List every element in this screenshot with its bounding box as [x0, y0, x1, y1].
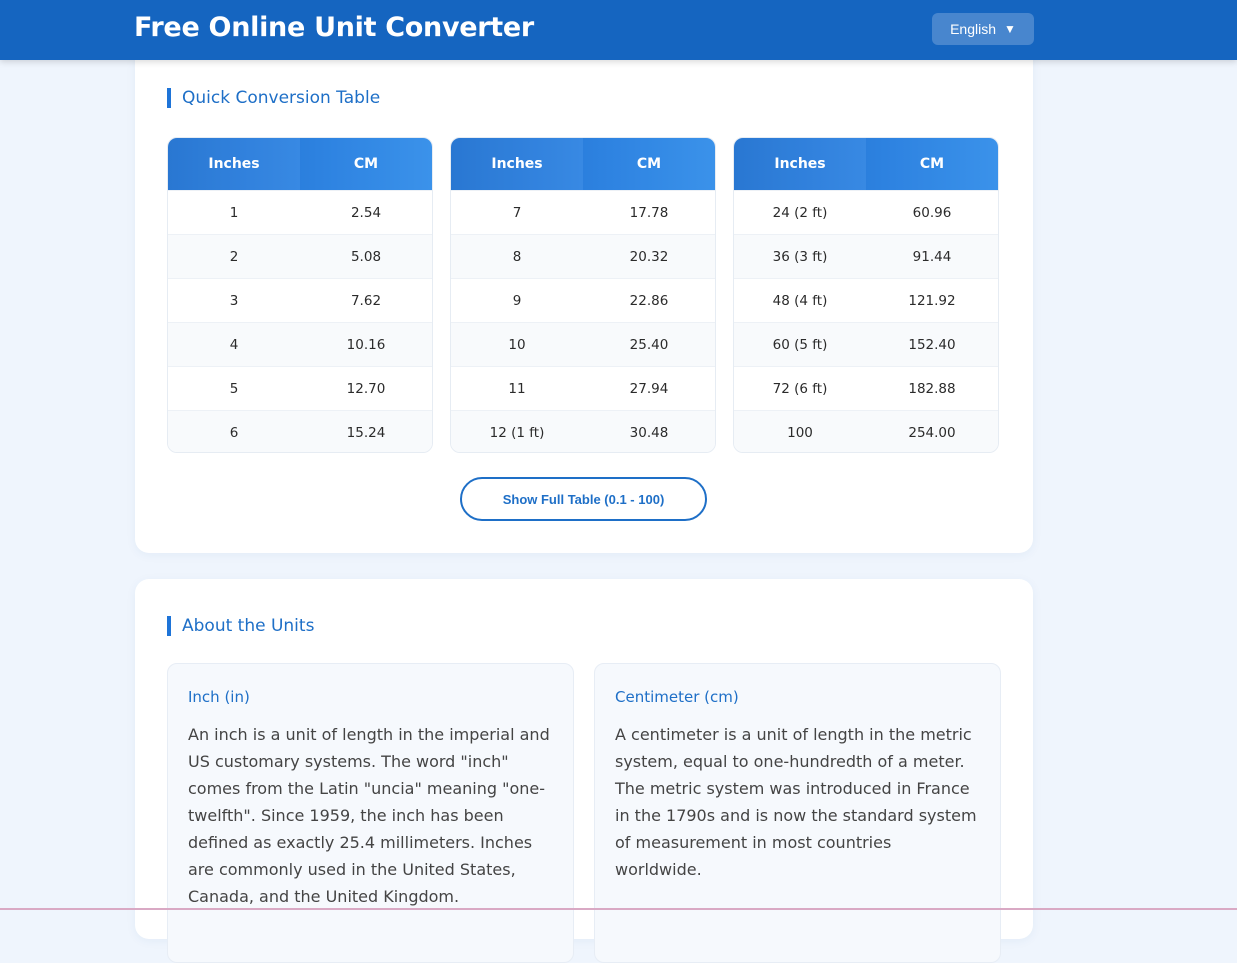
- show-full-table-button[interactable]: Show Full Table (0.1 - 100): [460, 477, 707, 521]
- inches-cell: 4: [229, 336, 239, 353]
- cm-cell: 182.88: [908, 380, 956, 397]
- inches-cell: 36 (3 ft): [772, 248, 828, 265]
- inches-cell: 24 (2 ft): [772, 204, 828, 221]
- table-row: 100 254.00: [734, 410, 998, 452]
- inches-cell: 7: [512, 204, 522, 221]
- inches-cell: 10: [508, 336, 526, 353]
- conversion-table-1: Inches CM 1 2.54 2 5.08 3 7.62 4 10.16 5 12.7…: [167, 137, 433, 453]
- table-row: 60 (5 ft) 152.40: [734, 322, 998, 366]
- cm-cell: 15.24: [346, 424, 386, 441]
- table-header: Inches CM: [451, 138, 715, 190]
- table-row: 48 (4 ft) 121.92: [734, 278, 998, 322]
- quick-conversion-card: Quick Conversion Table Inches CM 1 2.54 2…: [135, 40, 1033, 553]
- conversion-table-3: Inches CM 24 (2 ft) 60.96 36 (3 ft) 91.44 …: [733, 137, 999, 453]
- table-row: 1 2.54: [168, 190, 432, 234]
- table-row: 11 27.94: [451, 366, 715, 410]
- table-row: 6 15.24: [168, 410, 432, 452]
- inches-cell: 60 (5 ft): [772, 336, 828, 353]
- inches-cell: 9: [512, 292, 522, 309]
- inches-cell: 100: [787, 424, 813, 441]
- cm-cell: 254.00: [908, 424, 956, 441]
- table-row: 24 (2 ft) 60.96: [734, 190, 998, 234]
- cm-cell: 2.54: [350, 204, 382, 221]
- cm-cell: 12.70: [346, 380, 386, 397]
- header-cm: CM: [919, 156, 945, 172]
- table-row: 4 10.16: [168, 322, 432, 366]
- inches-cell: 1: [229, 204, 239, 221]
- site-title[interactable]: Free Online Unit Converter: [134, 12, 534, 43]
- inches-cell: 12 (1 ft): [489, 424, 545, 441]
- inches-cell: 8: [512, 248, 522, 265]
- unit-description: A centimeter is a unit of length in the …: [615, 725, 977, 879]
- caret-down-icon: ▼: [1004, 22, 1016, 36]
- table-row: 72 (6 ft) 182.88: [734, 366, 998, 410]
- cm-cell: 20.32: [629, 248, 669, 265]
- inches-cell: 5: [229, 380, 239, 397]
- unit-name: Centimeter (cm): [615, 688, 739, 706]
- table-header: Inches CM: [168, 138, 432, 190]
- section-title-about: About the Units: [167, 616, 314, 636]
- table-row: 36 (3 ft) 91.44: [734, 234, 998, 278]
- cm-cell: 27.94: [629, 380, 669, 397]
- header-inches: Inches: [734, 138, 866, 190]
- header-inches: Inches: [168, 138, 300, 190]
- cm-cell: 7.62: [350, 292, 382, 309]
- cm-cell: 25.40: [629, 336, 669, 353]
- inches-cell: 72 (6 ft): [772, 380, 828, 397]
- cm-cell: 121.92: [908, 292, 956, 309]
- header-cm: CM: [353, 156, 379, 172]
- cm-cell: 22.86: [629, 292, 669, 309]
- unit-description: An inch is a unit of length in the imper…: [188, 725, 550, 906]
- header-inches: Inches: [451, 138, 583, 190]
- inches-cell: 6: [229, 424, 239, 441]
- cm-cell: 17.78: [629, 204, 669, 221]
- top-navbar: Free Online Unit Converter English ▼: [0, 0, 1237, 60]
- table-row: 9 22.86: [451, 278, 715, 322]
- cm-cell: 5.08: [350, 248, 382, 265]
- conversion-table-2: Inches CM 7 17.78 8 20.32 9 22.86 10 25.40 1…: [450, 137, 716, 453]
- cm-cell: 91.44: [912, 248, 952, 265]
- table-row: 3 7.62: [168, 278, 432, 322]
- unit-info-inch: Inch (in) An inch is a unit of length in…: [167, 663, 574, 963]
- table-row: 10 25.40: [451, 322, 715, 366]
- cm-cell: 152.40: [908, 336, 956, 353]
- unit-name: Inch (in): [188, 688, 250, 706]
- cm-cell: 10.16: [346, 336, 386, 353]
- cm-cell: 30.48: [629, 424, 669, 441]
- table-row: 7 17.78: [451, 190, 715, 234]
- about-units-card: About the Units Inch (in) An inch is a u…: [135, 579, 1033, 963]
- inches-cell: 48 (4 ft): [772, 292, 828, 309]
- inches-cell: 3: [229, 292, 239, 309]
- inches-cell: 11: [508, 380, 526, 397]
- unit-info-centimeter: Centimeter (cm) A centimeter is a unit o…: [594, 663, 1001, 963]
- section-title-quick-table: Quick Conversion Table: [167, 88, 380, 108]
- table-row: 12 (1 ft) 30.48: [451, 410, 715, 452]
- header-cm: CM: [636, 156, 662, 172]
- table-row: 2 5.08: [168, 234, 432, 278]
- table-row: 5 12.70: [168, 366, 432, 410]
- table-row: 8 20.32: [451, 234, 715, 278]
- cm-cell: 60.96: [912, 204, 952, 221]
- language-selector[interactable]: English ▼: [932, 13, 1034, 45]
- language-label: English: [950, 21, 997, 37]
- inches-cell: 2: [229, 248, 239, 265]
- table-header: Inches CM: [734, 138, 998, 190]
